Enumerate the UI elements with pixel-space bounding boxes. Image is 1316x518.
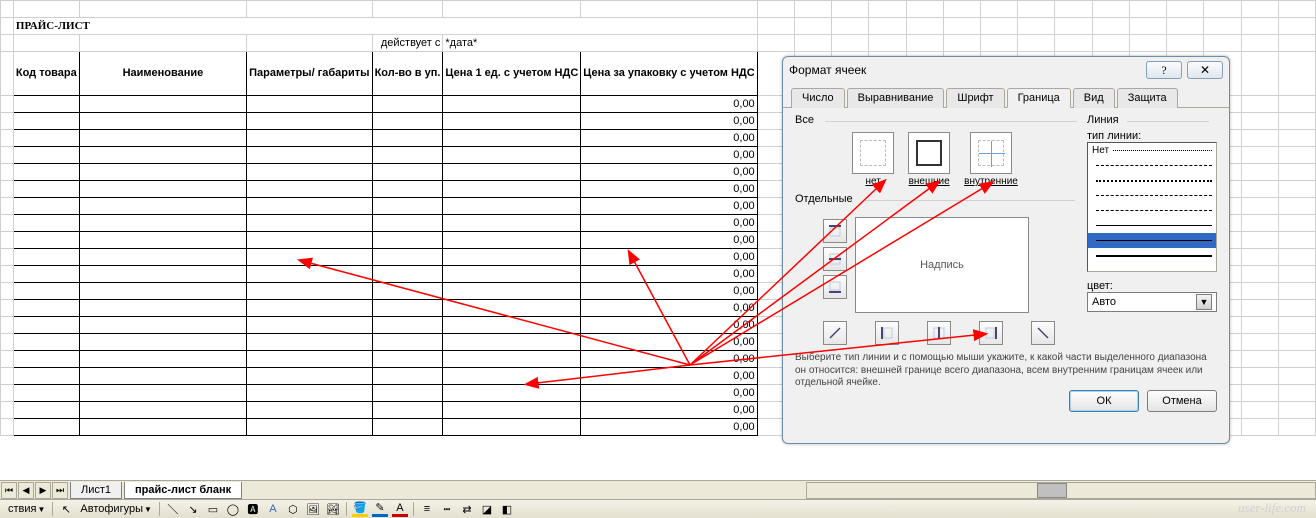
preset-outer[interactable]: внешние bbox=[908, 132, 950, 187]
tab-font[interactable]: Шрифт bbox=[946, 88, 1004, 108]
textbox-icon[interactable]: 🅰 bbox=[245, 501, 261, 517]
sheet-tab-1[interactable]: Лист1 bbox=[70, 482, 122, 499]
help-button[interactable]: ? bbox=[1146, 61, 1182, 79]
border-hmid-button[interactable] bbox=[823, 247, 847, 271]
dialog-titlebar[interactable]: Формат ячеек ? ✕ bbox=[783, 57, 1229, 83]
dialog-tabs: Число Выравнивание Шрифт Граница Вид Защ… bbox=[783, 87, 1229, 108]
tab-nav-last[interactable]: ⏭ bbox=[52, 482, 68, 499]
color-select[interactable]: Авто ▼ bbox=[1087, 292, 1217, 312]
border-vmid-button[interactable] bbox=[927, 321, 951, 345]
border-preview[interactable]: Надпись bbox=[855, 217, 1029, 313]
fill-color-icon[interactable]: 🪣 bbox=[352, 501, 368, 517]
autoshapes-menu[interactable]: Автофигуры▼ bbox=[76, 503, 156, 515]
oval-icon[interactable]: ◯ bbox=[225, 501, 241, 517]
dialog-title: Формат ячеек bbox=[789, 63, 1141, 77]
arrow-style-icon[interactable]: ⇄ bbox=[459, 501, 475, 517]
close-button[interactable]: ✕ bbox=[1187, 61, 1223, 79]
horizontal-scrollbar[interactable] bbox=[806, 482, 1316, 499]
select-icon[interactable]: ↖ bbox=[58, 501, 74, 517]
border-right-button[interactable] bbox=[979, 321, 1003, 345]
border-diag-up-button[interactable] bbox=[823, 321, 847, 345]
line-weight-icon[interactable]: ≡ bbox=[419, 501, 435, 517]
format-cells-dialog: Формат ячеек ? ✕ Число Выравнивание Шриф… bbox=[782, 56, 1230, 444]
tab-number[interactable]: Число bbox=[791, 88, 845, 108]
line-style-label: тип линии: bbox=[1087, 130, 1217, 142]
tab-nav-next[interactable]: ▶ bbox=[35, 482, 51, 499]
hint-text: Выберите тип линии и с помощью мыши укаж… bbox=[795, 352, 1217, 390]
tab-nav-first[interactable]: ⏮ bbox=[1, 482, 17, 499]
tab-nav-prev[interactable]: ◀ bbox=[18, 482, 34, 499]
border-left-button[interactable] bbox=[875, 321, 899, 345]
diagram-icon[interactable]: ⬡ bbox=[285, 501, 301, 517]
border-top-button[interactable] bbox=[823, 219, 847, 243]
border-bottom-button[interactable] bbox=[823, 275, 847, 299]
rectangle-icon[interactable]: ▭ bbox=[205, 501, 221, 517]
tab-align[interactable]: Выравнивание bbox=[847, 88, 945, 108]
tab-border[interactable]: Граница bbox=[1007, 88, 1071, 108]
arrow-icon[interactable]: ↘ bbox=[185, 501, 201, 517]
line-icon[interactable]: ＼ bbox=[165, 501, 181, 517]
dropdown-icon: ▼ bbox=[1196, 294, 1212, 310]
line-color-icon[interactable]: ✎ bbox=[372, 501, 388, 517]
ok-button[interactable]: ОК bbox=[1069, 390, 1139, 412]
preset-inner[interactable]: внутренние bbox=[964, 132, 1018, 187]
shadow-icon[interactable]: ◪ bbox=[479, 501, 495, 517]
group-line-label: Линия bbox=[1087, 114, 1217, 126]
3d-icon[interactable]: ◧ bbox=[499, 501, 515, 517]
watermark: user-life.com bbox=[1238, 500, 1306, 516]
cancel-button[interactable]: Отмена bbox=[1147, 390, 1217, 412]
line-style-list[interactable]: Нет bbox=[1087, 142, 1217, 272]
preset-none[interactable]: нет bbox=[852, 132, 894, 187]
actions-menu[interactable]: ствия▼ bbox=[4, 503, 49, 515]
sheet-tab-blank[interactable]: прайс-лист бланк bbox=[124, 482, 242, 499]
dash-style-icon[interactable]: ┅ bbox=[439, 501, 455, 517]
tab-fill[interactable]: Вид bbox=[1073, 88, 1115, 108]
tab-protect[interactable]: Защита bbox=[1117, 88, 1178, 108]
font-color-icon[interactable]: A bbox=[392, 501, 408, 517]
picture-icon[interactable]: 🏞 bbox=[325, 501, 341, 517]
color-label: цвет: bbox=[1087, 280, 1217, 292]
border-diag-down-button[interactable] bbox=[1031, 321, 1055, 345]
clipart-icon[interactable]: 🖼 bbox=[305, 501, 321, 517]
wordart-icon[interactable]: А bbox=[265, 501, 281, 517]
drawing-toolbar: ствия▼ ↖ Автофигуры▼ ＼ ↘ ▭ ◯ 🅰 А ⬡ 🖼 🏞 🪣… bbox=[0, 499, 1316, 518]
